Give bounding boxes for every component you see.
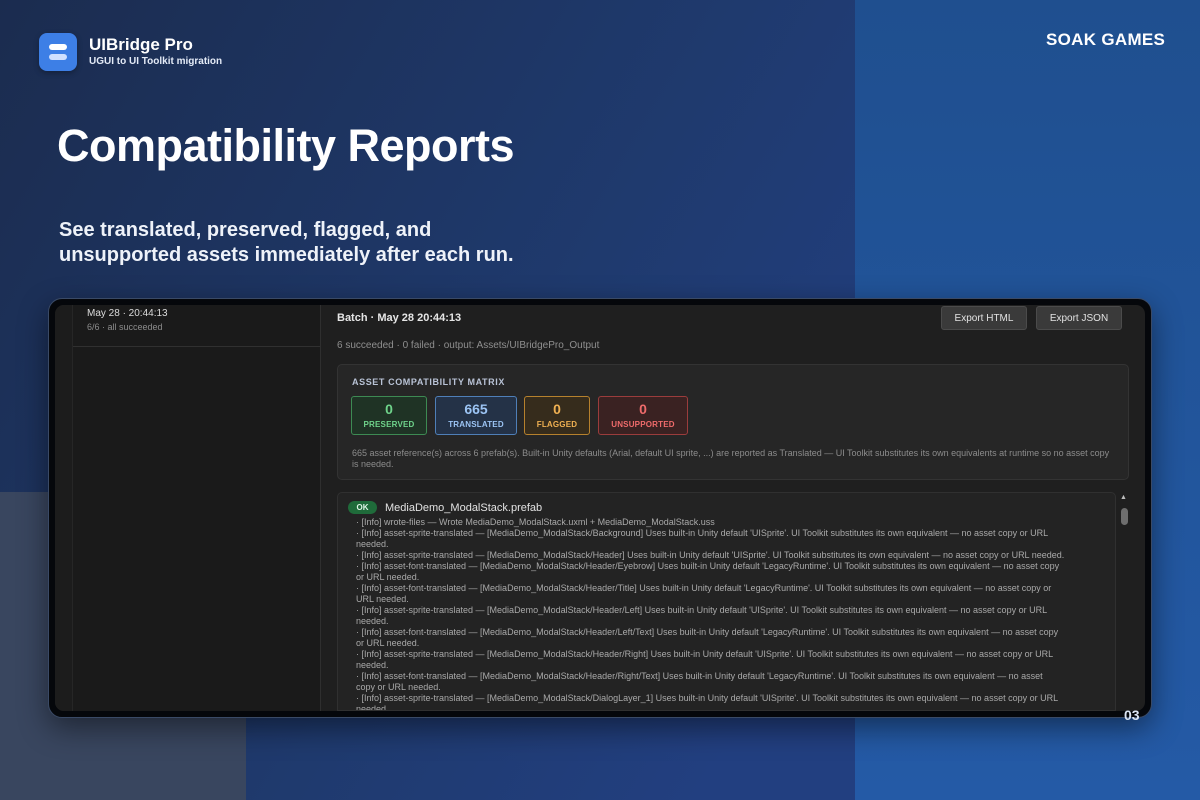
log-line: · [Info] asset-sprite-translated — [Medi… xyxy=(356,528,1049,538)
device-frame: May 28 · 20:44:13 6/6 · all succeeded Ba… xyxy=(48,298,1152,718)
batch-sidebar: May 28 · 20:44:13 6/6 · all succeeded xyxy=(55,305,321,711)
log-line: · [Info] asset-sprite-translated — [Medi… xyxy=(356,649,1054,659)
scrollbar-thumb[interactable] xyxy=(1121,508,1128,525)
flagged-stat-card: 0 FLAGGED xyxy=(524,396,590,435)
preserved-stat-card: 0 PRESERVED xyxy=(351,396,427,435)
log-scrollbar[interactable]: ▲ xyxy=(1119,494,1129,711)
log-line: · [Info] asset-font-translated — [MediaD… xyxy=(356,671,1043,681)
log-line: or URL needed. xyxy=(356,572,420,582)
translated-label: TRANSLATED xyxy=(448,420,504,429)
slide-number: 03 xyxy=(1124,707,1140,723)
unsupported-label: UNSUPPORTED xyxy=(611,420,675,429)
batch-item-status: 6/6 · all succeeded xyxy=(87,322,163,332)
hero-subtitle-line-2: unsupported assets immediately after eac… xyxy=(59,244,514,266)
app-logo-icon xyxy=(39,33,77,71)
hero-subtitle: See translated, preserved, flagged, and … xyxy=(59,218,579,268)
log-line: needed. xyxy=(356,704,389,711)
batch-summary: 6 succeeded · 0 failed · output: Assets/… xyxy=(337,340,600,351)
log-entry-header: OK MediaDemo_ModalStack.prefab xyxy=(348,501,542,514)
log-line: copy or URL needed. xyxy=(356,682,441,692)
matrix-title: ASSET COMPATIBILITY MATRIX xyxy=(352,377,505,387)
log-line: needed. xyxy=(356,660,389,670)
log-line: needed. xyxy=(356,539,389,549)
log-line: · [Info] asset-font-translated — [MediaD… xyxy=(356,583,1052,593)
app-name: UIBridge Pro xyxy=(89,35,193,54)
log-line: or URL needed. xyxy=(356,638,420,648)
preserved-label: PRESERVED xyxy=(363,420,415,429)
prefab-name: MediaDemo_ModalStack.prefab xyxy=(385,501,543,514)
batch-item-date: May 28 · 20:44:13 xyxy=(87,308,168,319)
preserved-count: 0 xyxy=(385,401,393,417)
translated-count: 665 xyxy=(464,401,488,417)
log-line: · [Info] asset-font-translated — [MediaD… xyxy=(356,627,1059,637)
translated-stat-card: 665 TRANSLATED xyxy=(435,396,517,435)
log-line: · [Info] asset-sprite-translated — [Medi… xyxy=(356,605,1048,615)
unsupported-count: 0 xyxy=(639,401,647,417)
batch-list-item[interactable]: May 28 · 20:44:13 6/6 · all succeeded xyxy=(73,305,320,347)
brand-name: SOAK GAMES xyxy=(1046,30,1166,49)
unsupported-stat-card: 0 UNSUPPORTED xyxy=(598,396,688,435)
export-html-button[interactable]: Export HTML xyxy=(941,306,1027,330)
hero-subtitle-line-1: See translated, preserved, flagged, and xyxy=(59,219,432,241)
report-main: Batch · May 28 20:44:13 Export HTML Expo… xyxy=(321,305,1145,711)
scroll-up-arrow-icon[interactable]: ▲ xyxy=(1120,494,1127,501)
log-line: · [Info] wrote-files — Wrote MediaDemo_M… xyxy=(356,517,715,527)
log-line: · [Info] asset-font-translated — [MediaD… xyxy=(356,561,1060,571)
log-line: · [Info] asset-sprite-translated — [Medi… xyxy=(356,693,1059,703)
report-window: May 28 · 20:44:13 6/6 · all succeeded Ba… xyxy=(55,305,1145,711)
batch-title: Batch · May 28 20:44:13 xyxy=(337,312,462,324)
app-subtitle: UGUI to UI Toolkit migration xyxy=(89,56,223,67)
hero-title: Compatibility Reports xyxy=(57,120,515,171)
matrix-note: 665 asset reference(s) across 6 prefab(s… xyxy=(352,448,1110,469)
status-badge: OK xyxy=(348,501,377,514)
sidebar-gutter xyxy=(55,305,73,711)
log-line: · [Info] asset-sprite-translated — [Medi… xyxy=(356,550,1065,560)
export-json-button[interactable]: Export JSON xyxy=(1036,306,1122,330)
log-lines: · [Info] wrote-files — Wrote MediaDemo_M… xyxy=(356,517,1108,711)
flagged-label: FLAGGED xyxy=(536,420,578,429)
log-line: URL needed. xyxy=(356,594,409,604)
flagged-count: 0 xyxy=(553,401,561,417)
conversion-log-panel[interactable]: OK MediaDemo_ModalStack.prefab · [Info] … xyxy=(337,492,1116,711)
asset-compatibility-matrix: ASSET COMPATIBILITY MATRIX 0 PRESERVED 6… xyxy=(337,364,1129,480)
log-line: needed. xyxy=(356,616,389,626)
